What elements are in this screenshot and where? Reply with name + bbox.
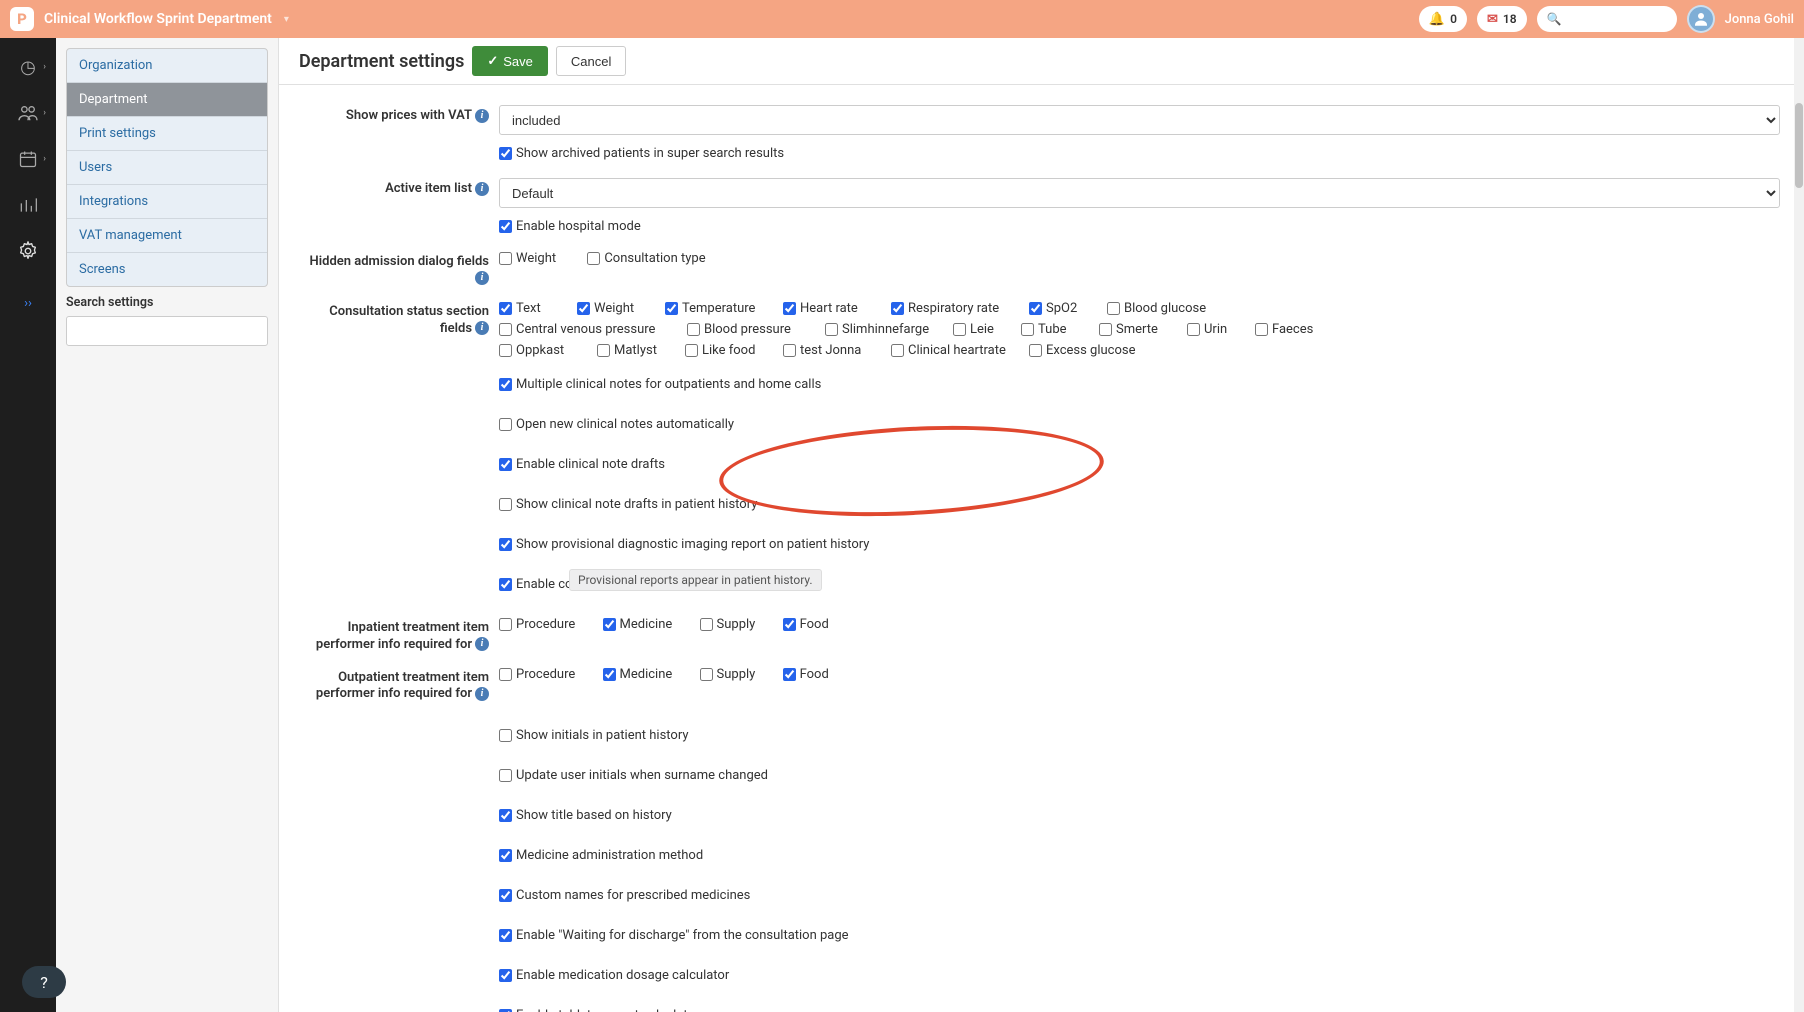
chk-status-slimhinnefarge[interactable]: Slimhinnefarge — [825, 322, 935, 337]
info-icon[interactable]: i — [475, 182, 489, 196]
chk-out-food[interactable]: Food — [783, 667, 829, 682]
cancel-button[interactable]: Cancel — [556, 46, 626, 76]
chk-in-supply[interactable]: Supply — [700, 617, 756, 632]
chk-status-leie[interactable]: Leie — [953, 322, 1003, 337]
chk-status-weight[interactable]: Weight — [577, 301, 647, 316]
avatar[interactable] — [1687, 5, 1715, 33]
department-name[interactable]: Clinical Workflow Sprint Department — [44, 11, 272, 27]
department-dropdown-icon[interactable]: ▾ — [284, 14, 289, 25]
chk-dosage-calc[interactable]: Enable medication dosage calculator — [499, 968, 729, 983]
active-list-label: Active item list — [385, 181, 472, 196]
question-icon: ? — [40, 973, 48, 992]
page-title: Department settings — [299, 51, 464, 72]
side-vat[interactable]: VAT management — [67, 219, 267, 253]
chk-status-faeces[interactable]: Faeces — [1255, 322, 1325, 337]
chk-provisional[interactable]: Show provisional diagnostic imaging repo… — [499, 537, 869, 552]
consult-status-label: Consultation status section fields — [329, 304, 489, 336]
chk-in-medicine[interactable]: Medicine — [603, 617, 673, 632]
vat-select[interactable]: included — [499, 105, 1780, 135]
chk-hospital-mode[interactable]: Enable hospital mode — [499, 219, 641, 234]
side-screens[interactable]: Screens — [67, 253, 267, 286]
chk-status-test-jonna[interactable]: test Jonna — [783, 343, 873, 358]
settings-sidebar: Organization Department Print settings U… — [56, 38, 278, 1012]
chk-status-oppkast[interactable]: Oppkast — [499, 343, 579, 358]
chk-status-temperature[interactable]: Temperature — [665, 301, 765, 316]
chk-status-excess-glucose[interactable]: Excess glucose — [1029, 343, 1149, 358]
chk-consult-type-hidden[interactable]: Consultation type — [587, 251, 705, 266]
chk-archived-patients[interactable]: Show archived patients in super search r… — [499, 146, 784, 161]
chk-status-like-food[interactable]: Like food — [685, 343, 765, 358]
nav-rail: ◷› › › ›› — [0, 38, 56, 1012]
active-list-select[interactable]: Default — [499, 178, 1780, 208]
hidden-admission-label: Hidden admission dialog fields — [310, 254, 489, 269]
chk-out-procedure[interactable]: Procedure — [499, 667, 575, 682]
rail-settings[interactable] — [6, 230, 50, 272]
chk-out-supply[interactable]: Supply — [700, 667, 756, 682]
chk-status-spo2[interactable]: SpO2 — [1029, 301, 1089, 316]
logo[interactable]: P — [10, 7, 34, 31]
info-icon[interactable]: i — [475, 321, 489, 335]
chk-open-auto[interactable]: Open new clinical notes automatically — [499, 417, 734, 432]
chk-status-matlyst[interactable]: Matlyst — [597, 343, 667, 358]
chk-in-procedure[interactable]: Procedure — [499, 617, 575, 632]
main-content: Department settings Save Cancel Show pri… — [278, 38, 1804, 1012]
help-button[interactable]: ? — [22, 966, 66, 998]
tooltip-provisional: Provisional reports appear in patient hi… — [569, 569, 822, 591]
chk-drafts-history[interactable]: Show clinical note drafts in patient his… — [499, 497, 757, 512]
rail-dashboard[interactable]: ◷› — [6, 46, 50, 88]
chk-title-history[interactable]: Show title based on history — [499, 808, 672, 823]
search-settings-input[interactable] — [66, 316, 268, 346]
rail-patients[interactable]: › — [6, 92, 50, 134]
messages-count: 18 — [1503, 12, 1517, 26]
rail-calendar[interactable]: › — [6, 138, 50, 180]
chk-status-central-venous-pressure[interactable]: Central venous pressure — [499, 322, 669, 337]
chk-status-heart-rate[interactable]: Heart rate — [783, 301, 873, 316]
side-organization[interactable]: Organization — [67, 49, 267, 83]
global-search[interactable]: 🔍 — [1537, 6, 1677, 32]
chk-multi-clinical[interactable]: Multiple clinical notes for outpatients … — [499, 377, 821, 392]
vat-label: Show prices with VAT — [346, 108, 472, 123]
inpatient-label: Inpatient treatment item performer info … — [316, 620, 489, 652]
chk-in-food[interactable]: Food — [783, 617, 829, 632]
user-name[interactable]: Jonna Gohil — [1725, 12, 1794, 27]
chk-out-medicine[interactable]: Medicine — [603, 667, 673, 682]
chk-status-urin[interactable]: Urin — [1187, 322, 1237, 337]
info-icon[interactable]: i — [475, 271, 489, 285]
chk-waiting-discharge[interactable]: Enable "Waiting for discharge" from the … — [499, 928, 849, 943]
messages-pill[interactable]: ✉ 18 — [1477, 6, 1527, 32]
chk-status-clinical-heartrate[interactable]: Clinical heartrate — [891, 343, 1011, 358]
save-button[interactable]: Save — [472, 46, 548, 76]
side-users[interactable]: Users — [67, 151, 267, 185]
chk-status-smerte[interactable]: Smerte — [1099, 322, 1169, 337]
bell-icon: 🔔 — [1429, 12, 1445, 27]
chk-drafts[interactable]: Enable clinical note drafts — [499, 457, 665, 472]
chk-tablet-calc[interactable]: Enable tablet amount calculator — [499, 1008, 699, 1012]
chk-weight-hidden[interactable]: Weight — [499, 251, 556, 266]
chk-status-blood-pressure[interactable]: Blood pressure — [687, 322, 807, 337]
status-fields-group: Text Weight Temperature Heart rate Respirato… — [499, 298, 1419, 360]
chk-status-text[interactable]: Text — [499, 301, 559, 316]
rail-expand[interactable]: ›› — [6, 282, 50, 324]
side-department[interactable]: Department — [67, 83, 267, 117]
chk-update-initials[interactable]: Update user initials when surname change… — [499, 768, 768, 783]
chk-status-tube[interactable]: Tube — [1021, 322, 1081, 337]
info-icon[interactable]: i — [475, 637, 489, 651]
rail-reports[interactable] — [6, 184, 50, 226]
notifications-pill[interactable]: 🔔 0 — [1419, 6, 1467, 32]
info-icon[interactable]: i — [475, 109, 489, 123]
search-icon: 🔍 — [1547, 12, 1562, 26]
notifications-count: 0 — [1450, 12, 1457, 26]
side-print-settings[interactable]: Print settings — [67, 117, 267, 151]
topbar: P Clinical Workflow Sprint Department ▾ … — [0, 0, 1804, 38]
chk-custom-names[interactable]: Custom names for prescribed medicines — [499, 888, 750, 903]
envelope-icon: ✉ — [1487, 12, 1498, 27]
search-settings-label: Search settings — [66, 295, 268, 310]
chk-initials[interactable]: Show initials in patient history — [499, 728, 689, 743]
chk-status-blood-glucose[interactable]: Blood glucose — [1107, 301, 1217, 316]
outpatient-label: Outpatient treatment item performer info… — [316, 670, 489, 702]
side-integrations[interactable]: Integrations — [67, 185, 267, 219]
chk-status-respiratory-rate[interactable]: Respiratory rate — [891, 301, 1011, 316]
chk-med-admin[interactable]: Medicine administration method — [499, 848, 703, 863]
info-icon[interactable]: i — [475, 687, 489, 701]
